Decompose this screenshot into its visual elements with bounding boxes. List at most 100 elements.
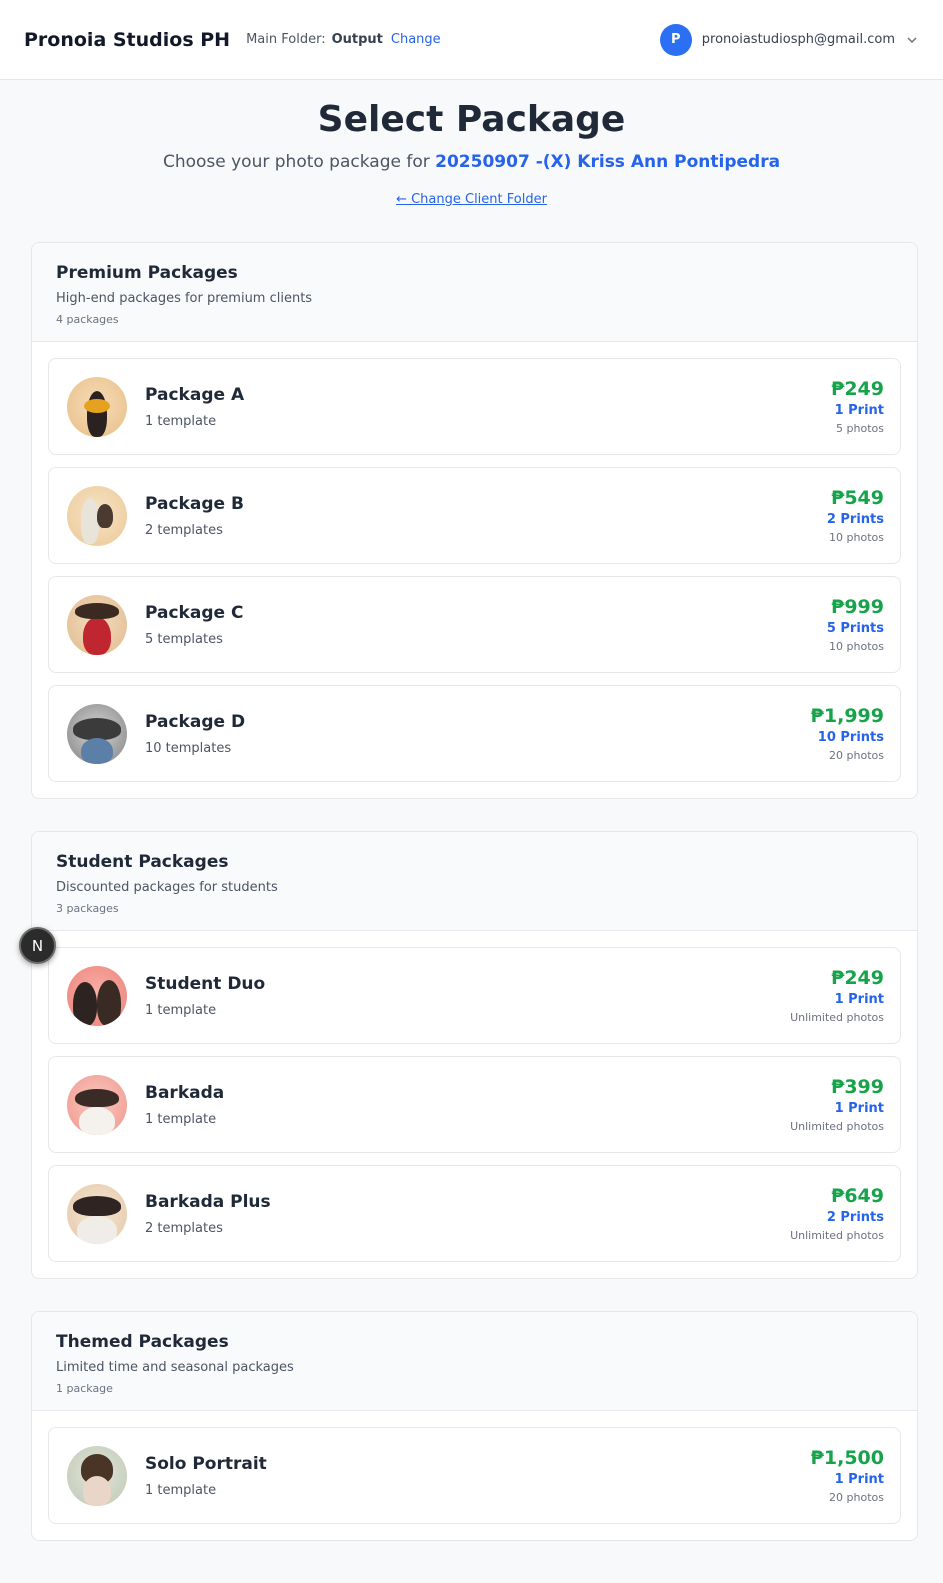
- package-name: Solo Portrait: [145, 1453, 267, 1474]
- package-card-barkada-plus[interactable]: Barkada Plus 2 templates ₱649 2 Prints U…: [48, 1165, 901, 1262]
- package-template-count: 5 templates: [145, 631, 223, 647]
- avatar: P: [659, 23, 692, 56]
- top-navigation-bar: Pronoia Studios PH Main Folder: Output C…: [0, 0, 943, 80]
- package-pricing: ₱1,500 1 Print 20 photos: [811, 1447, 884, 1504]
- section-description: Discounted packages for students: [56, 880, 278, 895]
- package-pricing: ₱249 1 Print Unlimited photos: [790, 967, 884, 1024]
- package-template-count: 2 templates: [145, 522, 223, 538]
- main-folder-name: Output: [331, 32, 383, 47]
- package-photos: Unlimited photos: [790, 1229, 884, 1242]
- package-pricing: ₱649 2 Prints Unlimited photos: [790, 1185, 884, 1242]
- client-folder-name: 20250907 -(X) Kriss Ann Pontipedra: [435, 152, 781, 172]
- section-package-count: 4 packages: [56, 313, 119, 326]
- package-prints: 10 Prints: [817, 730, 884, 745]
- package-thumbnail: [67, 1183, 127, 1244]
- section-package-count: 1 package: [56, 1382, 113, 1395]
- package-pricing: ₱249 1 Print 5 photos: [831, 378, 884, 435]
- package-pricing: ₱549 2 Prints 10 photos: [827, 487, 884, 544]
- package-name: Package D: [145, 711, 246, 732]
- package-card-solo-portrait[interactable]: Solo Portrait 1 template ₱1,500 1 Print …: [48, 1427, 901, 1524]
- premium-packages-section: Premium Packages High-end packages for p…: [31, 242, 918, 799]
- package-thumbnail: [67, 965, 127, 1026]
- package-prints: 1 Print: [834, 1101, 884, 1116]
- package-photos: Unlimited photos: [790, 1011, 884, 1024]
- page-header: Select Package Choose your photo package…: [0, 80, 943, 207]
- dev-tools-badge[interactable]: N: [19, 927, 56, 964]
- package-prints: 1 Print: [834, 1472, 884, 1487]
- student-packages-section: Student Packages Discounted packages for…: [31, 831, 918, 1279]
- package-photos: Unlimited photos: [790, 1120, 884, 1133]
- section-header: Premium Packages High-end packages for p…: [32, 243, 917, 342]
- package-card-b[interactable]: Package B 2 templates ₱549 2 Prints 10 p…: [48, 467, 901, 564]
- package-info: Solo Portrait 1 template: [145, 1454, 267, 1498]
- account-menu[interactable]: P pronoiastudiosph@gmail.com: [659, 23, 919, 56]
- package-pricing: ₱1,999 10 Prints 20 photos: [811, 705, 884, 762]
- package-thumbnail: [67, 1074, 127, 1135]
- package-prints: 1 Print: [834, 403, 884, 418]
- package-info: Package D 10 templates: [145, 712, 245, 756]
- package-template-count: 1 template: [145, 413, 217, 429]
- section-title: Student Packages: [56, 852, 229, 872]
- package-photos: 5 photos: [836, 422, 884, 435]
- package-info: Package C 5 templates: [145, 603, 243, 647]
- package-card-c[interactable]: Package C 5 templates ₱999 5 Prints 10 p…: [48, 576, 901, 673]
- package-list: Package A 1 template ₱249 1 Print 5 phot…: [32, 342, 917, 798]
- change-folder-link[interactable]: Change: [391, 32, 441, 47]
- package-pricing: ₱999 5 Prints 10 photos: [827, 596, 884, 653]
- package-price: ₱999: [831, 596, 884, 618]
- brand-name: Pronoia Studios PH: [24, 28, 231, 51]
- package-name: Barkada: [145, 1082, 225, 1103]
- package-thumbnail: [67, 485, 127, 546]
- chevron-down-icon: [907, 36, 917, 43]
- package-price: ₱249: [831, 378, 884, 400]
- package-price: ₱549: [831, 487, 884, 509]
- package-template-count: 1 template: [145, 1002, 217, 1018]
- package-name: Barkada Plus: [145, 1191, 271, 1212]
- section-header: Themed Packages Limited time and seasona…: [32, 1312, 917, 1411]
- package-template-count: 10 templates: [145, 740, 232, 756]
- package-price: ₱1,999: [810, 705, 884, 727]
- package-card-barkada[interactable]: Barkada 1 template ₱399 1 Print Unlimite…: [48, 1056, 901, 1153]
- section-package-count: 3 packages: [56, 902, 119, 915]
- subtitle-prefix: Choose your photo package for: [162, 152, 430, 172]
- package-card-a[interactable]: Package A 1 template ₱249 1 Print 5 phot…: [48, 358, 901, 455]
- package-price: ₱249: [831, 967, 884, 989]
- package-prints: 1 Print: [834, 992, 884, 1007]
- package-price: ₱649: [831, 1185, 884, 1207]
- change-client-folder-link[interactable]: ← Change Client Folder: [396, 192, 547, 207]
- package-name: Package B: [145, 493, 244, 514]
- section-description: High-end packages for premium clients: [56, 291, 313, 306]
- section-title: Premium Packages: [56, 263, 238, 283]
- package-price: ₱399: [831, 1076, 884, 1098]
- package-list: Solo Portrait 1 template ₱1,500 1 Print …: [32, 1411, 917, 1540]
- package-template-count: 1 template: [145, 1111, 217, 1127]
- package-card-d[interactable]: Package D 10 templates ₱1,999 10 Prints …: [48, 685, 901, 782]
- package-info: Barkada Plus 2 templates: [145, 1192, 271, 1236]
- package-prints: 2 Prints: [826, 512, 884, 527]
- package-template-count: 1 template: [145, 1482, 217, 1498]
- package-name: Package A: [145, 384, 245, 405]
- package-name: Student Duo: [145, 973, 266, 994]
- package-card-student-duo[interactable]: Student Duo 1 template ₱249 1 Print Unli…: [48, 947, 901, 1044]
- package-photos: 20 photos: [829, 749, 884, 762]
- package-thumbnail: [67, 703, 127, 764]
- package-thumbnail: [67, 1445, 127, 1506]
- package-info: Package A 1 template: [145, 385, 244, 429]
- package-template-count: 2 templates: [145, 1220, 223, 1236]
- package-thumbnail: [67, 594, 127, 655]
- section-description: Limited time and seasonal packages: [56, 1360, 294, 1375]
- package-prints: 2 Prints: [826, 1210, 884, 1225]
- package-info: Package B 2 templates: [145, 494, 244, 538]
- package-list: Student Duo 1 template ₱249 1 Print Unli…: [32, 931, 917, 1278]
- account-email: pronoiastudiosph@gmail.com: [701, 32, 895, 47]
- themed-packages-section: Themed Packages Limited time and seasona…: [31, 1311, 918, 1541]
- package-price: ₱1,500: [810, 1447, 884, 1469]
- section-title: Themed Packages: [56, 1332, 229, 1352]
- package-prints: 5 Prints: [826, 621, 884, 636]
- package-photos: 20 photos: [829, 1491, 884, 1504]
- package-photos: 10 photos: [829, 531, 884, 544]
- page-subtitle: Choose your photo package for 20250907 -…: [0, 152, 943, 172]
- section-header: Student Packages Discounted packages for…: [32, 832, 917, 931]
- package-name: Package C: [145, 602, 244, 623]
- package-photos: 10 photos: [829, 640, 884, 653]
